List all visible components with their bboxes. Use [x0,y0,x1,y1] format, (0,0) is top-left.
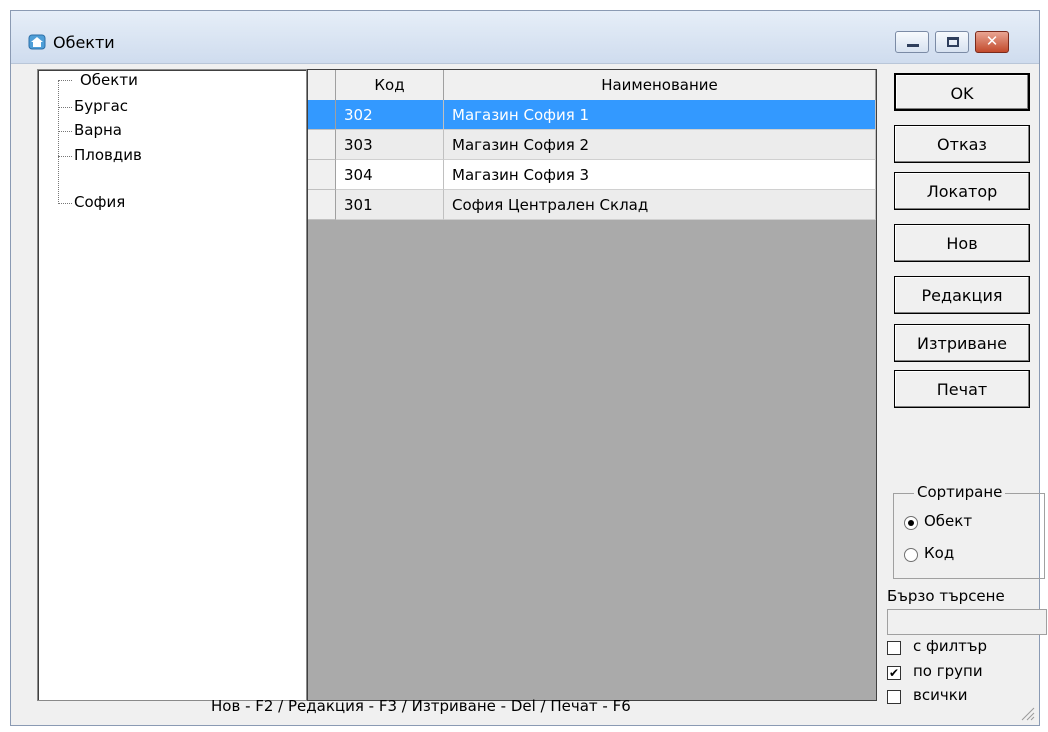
all-checkbox[interactable] [887,690,901,704]
tree-connector [58,203,72,204]
tree-connector [58,131,72,132]
ok-button[interactable]: OK [894,73,1030,111]
tree-item-burgas[interactable]: Бургас [74,94,128,118]
row-indicator [308,190,336,220]
objects-grid[interactable]: Код Наименование 302 Магазин София 1 303… [307,69,877,701]
cell-code: 303 [336,130,444,160]
resize-grip-icon[interactable] [1019,705,1035,721]
by-groups-label[interactable]: по групи [913,662,983,680]
all-label[interactable]: всички [913,686,968,704]
shortcut-hint: Нов - F2 / Редакция - F3 / Изтриване - D… [211,697,631,715]
column-header-name[interactable]: Наименование [444,70,876,100]
maximize-button[interactable] [935,31,969,53]
cell-code: 301 [336,190,444,220]
checkmark-icon: ✔ [888,666,900,680]
maximize-icon [947,37,959,47]
quick-search-input[interactable] [887,609,1047,635]
tree-item-plovdiv[interactable]: Пловдив [74,143,142,167]
row-indicator [308,130,336,160]
table-row[interactable]: 301 София Централен Склад [308,190,876,220]
table-row[interactable]: 304 Магазин София 3 [308,160,876,190]
close-icon: ✕ [985,32,999,50]
tree-connector [58,156,72,157]
cell-name: София Централен Склад [444,190,876,220]
cell-name: Магазин София 2 [444,130,876,160]
sort-by-object-label[interactable]: Обект [924,512,972,530]
tree-connector [58,107,72,108]
tree-connector [58,80,59,204]
header-indicator [308,70,336,100]
title-bar[interactable]: Обекти ✕ [11,11,1039,64]
tree-item-sofia[interactable]: София [74,190,125,214]
delete-button[interactable]: Изтриване [894,324,1030,362]
locator-button[interactable]: Локатор [894,172,1030,210]
row-indicator [308,160,336,190]
with-filter-label[interactable]: с филтър [913,637,987,655]
by-groups-checkbox[interactable]: ✔ [887,666,901,680]
tree-connector [58,80,72,81]
cancel-button[interactable]: Отказ [894,125,1030,163]
sort-by-object-radio[interactable] [904,516,918,530]
table-row[interactable]: 302 Магазин София 1 [308,100,876,130]
cell-name: Магазин София 1 [444,100,876,130]
print-button[interactable]: Печат [894,370,1030,408]
window-title: Обекти [53,33,115,52]
edit-button[interactable]: Редакция [894,276,1030,314]
row-indicator [308,100,336,130]
tree-item-root[interactable]: Обекти [80,68,138,92]
objects-tree[interactable]: Обекти Бургас Варна Пловдив София [37,69,307,701]
grid-header: Код Наименование [308,70,876,101]
cell-code: 304 [336,160,444,190]
minimize-button[interactable] [895,31,929,53]
quick-search-label: Бързо търсене [887,587,1005,605]
cell-code: 302 [336,100,444,130]
close-button[interactable]: ✕ [975,31,1009,53]
sorting-group: Сортиране Обект Код [893,483,1045,579]
sorting-title: Сортиране [914,483,1006,501]
radio-selected-dot [908,520,914,526]
table-row[interactable]: 303 Магазин София 2 [308,130,876,160]
sort-by-code-radio[interactable] [904,548,918,562]
new-button[interactable]: Нов [894,224,1030,262]
tree-item-varna[interactable]: Варна [74,118,122,142]
sort-by-code-label[interactable]: Код [924,544,954,562]
cell-name: Магазин София 3 [444,160,876,190]
home-icon [28,34,46,50]
column-header-code[interactable]: Код [336,70,444,100]
objects-window: Обекти ✕ Обекти Бургас Варна Пловдив Соф… [10,10,1047,726]
with-filter-checkbox[interactable] [887,641,901,655]
minimize-icon [907,44,919,47]
